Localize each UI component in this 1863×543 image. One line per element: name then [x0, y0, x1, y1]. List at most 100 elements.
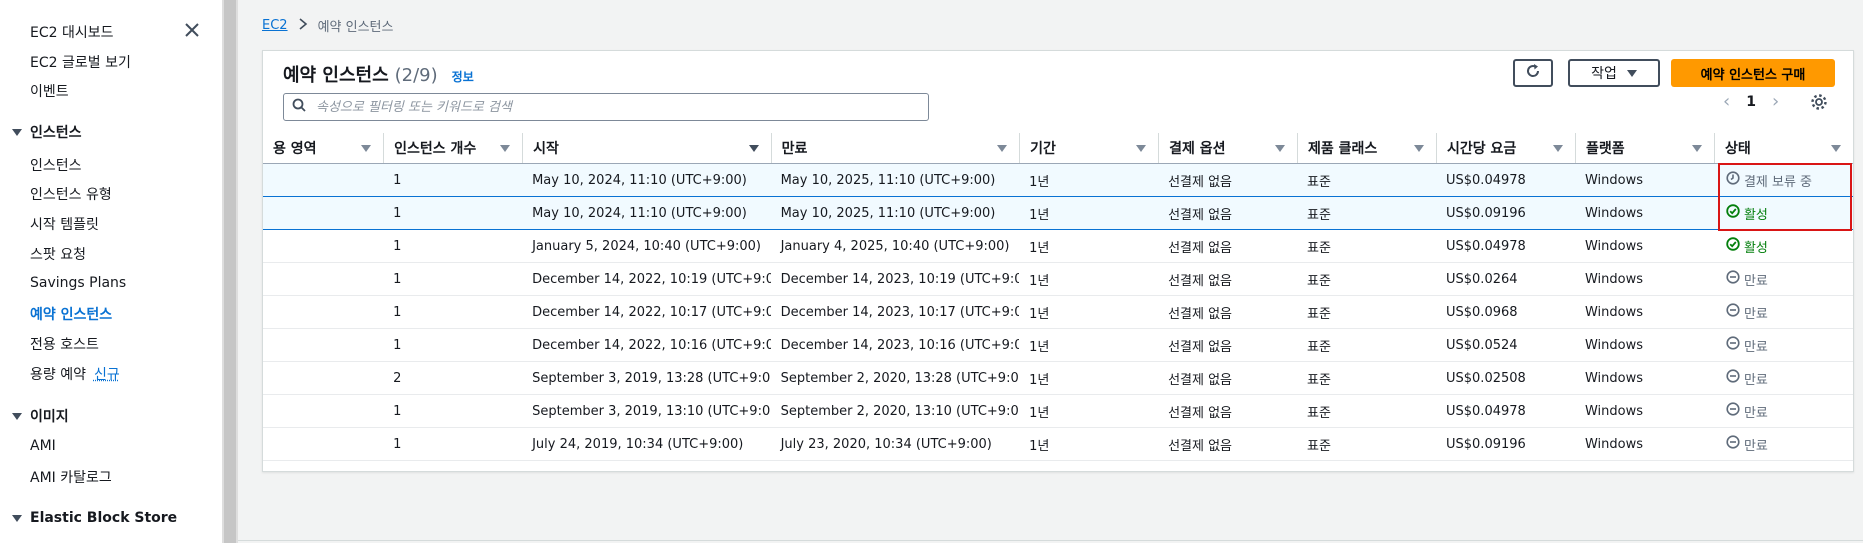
info-link[interactable]: 정보 [452, 68, 474, 85]
table-cell-start: July 24, 2019, 10:34 (UTC+9:00) [522, 427, 771, 461]
gear-icon[interactable] [1808, 91, 1830, 113]
sort-icon[interactable] [1691, 144, 1702, 152]
table-cell-start: May 10, 2024, 11:10 (UTC+9:00) [522, 163, 771, 197]
column-header-start[interactable]: 시작 [522, 133, 771, 164]
sidebar-item-dedicated-hosts[interactable]: 전용 호스트 [30, 334, 99, 354]
sidebar-scrollbar-thumb[interactable] [224, 0, 236, 543]
table-cell-class: 표준 [1297, 295, 1436, 329]
table-cell-platform: Windows [1574, 163, 1714, 197]
column-header-payment-option[interactable]: 결제 옵션 [1158, 133, 1298, 164]
table-cell-count: 1 [383, 196, 523, 230]
column-header-expires[interactable]: 만료 [770, 133, 1020, 164]
sort-descending-icon[interactable] [748, 144, 759, 152]
table-cell-rate: US$0.0968 [1436, 295, 1575, 329]
table-cell-start: December 14, 2022, 10:17 (UTC+9:00) [522, 295, 771, 329]
status-indicator: 만료 [1726, 435, 1768, 454]
column-header-state[interactable]: 상태 [1713, 133, 1853, 164]
sidebar-item-instances[interactable]: 인스턴스 [30, 155, 82, 175]
status-indicator: 만료 [1726, 402, 1768, 421]
table-row[interactable]: 1 December 14, 2022, 10:16 (UTC+9:00) Dece… [263, 328, 1853, 362]
breadcrumb-ec2-link[interactable]: EC2 [262, 18, 288, 33]
table-cell-term: 1년 [1019, 229, 1159, 263]
table-cell-end: December 14, 2023, 10:17 (UTC+9:00) [770, 295, 1020, 329]
sidebar-item-spot-requests[interactable]: 스팟 요청 [30, 244, 86, 264]
table-cell-class: 표준 [1297, 394, 1436, 428]
table-cell-platform: Windows [1574, 394, 1714, 428]
caret-down-icon [1626, 69, 1637, 77]
page-number[interactable]: 1 [1746, 94, 1756, 110]
table-cell-az [263, 328, 384, 362]
table-cell-payment: 선결제 없음 [1158, 196, 1298, 230]
table-cell-end: December 14, 2023, 10:19 (UTC+9:00) [770, 262, 1020, 296]
table-cell-start: December 14, 2022, 10:16 (UTC+9:00) [522, 328, 771, 362]
table-cell-start: January 5, 2024, 10:40 (UTC+9:00) [522, 229, 771, 263]
table-cell-count: 1 [383, 262, 523, 296]
sidebar-section-images[interactable]: 이미지 [12, 406, 69, 426]
table-row[interactable]: 1 May 10, 2024, 11:10 (UTC+9:00) May 10, 2… [263, 163, 1853, 197]
close-icon[interactable] [180, 18, 204, 42]
sort-icon[interactable] [1831, 144, 1841, 152]
sidebar-item-launch-templates[interactable]: 시작 템플릿 [30, 214, 99, 234]
table-cell-payment: 선결제 없음 [1158, 163, 1298, 197]
column-header-platform[interactable]: 플랫폼 [1574, 133, 1714, 164]
table-cell-term: 1년 [1019, 295, 1159, 329]
sidebar-item-ec2-global-view[interactable]: EC2 글로벌 보기 [30, 52, 131, 72]
table-cell-count: 1 [383, 163, 523, 197]
table-row[interactable]: 1 May 10, 2024, 11:10 (UTC+9:00) May 10, 2… [263, 196, 1853, 230]
status-label: 활성 [1743, 240, 1768, 256]
column-header-term[interactable]: 기간 [1019, 133, 1159, 164]
column-header-az[interactable]: 용 영역 [263, 133, 384, 164]
sort-icon[interactable] [1414, 144, 1424, 152]
table-row[interactable]: 1 January 5, 2024, 10:40 (UTC+9:00) Januar… [263, 229, 1853, 263]
table-cell-end: September 2, 2020, 13:28 (UTC+9:00) [770, 361, 1020, 395]
table-cell-status: 활성 [1713, 196, 1853, 230]
check-circle-icon [1726, 204, 1740, 222]
status-label: 만료 [1743, 372, 1768, 388]
sidebar-item-ami-catalog[interactable]: AMI 카탈로그 [30, 467, 112, 487]
sidebar-item-ec2-dashboard[interactable]: EC2 대시보드 [30, 22, 114, 42]
sort-icon[interactable] [500, 144, 511, 152]
sort-icon[interactable] [361, 144, 372, 152]
table-cell-rate: US$0.09196 [1436, 427, 1575, 461]
table-cell-platform: Windows [1574, 295, 1714, 329]
table-row[interactable]: 2 September 3, 2019, 13:28 (UTC+9:00) Sept… [263, 361, 1853, 395]
sidebar-item-capacity-reservations[interactable]: 용량 예약 신규 [30, 364, 120, 384]
table-cell-status: 활성 [1713, 229, 1853, 263]
divider [238, 540, 1863, 541]
sort-icon[interactable] [1275, 144, 1286, 152]
sidebar-item-instance-types[interactable]: 인스턴스 유형 [30, 184, 112, 204]
chevron-right-icon[interactable]: › [1772, 91, 1779, 112]
table-cell-end: January 4, 2025, 10:40 (UTC+9:00) [770, 229, 1020, 263]
sort-icon[interactable] [1136, 144, 1147, 152]
status-indicator: 만료 [1726, 303, 1768, 322]
column-header-instance-count[interactable]: 인스턴스 개수 [383, 133, 523, 164]
column-header-offering-class[interactable]: 제품 클래스 [1297, 133, 1436, 164]
status-label: 만료 [1743, 339, 1768, 355]
table-cell-status: 만료 [1713, 427, 1853, 461]
table-row[interactable]: 1 July 24, 2019, 10:34 (UTC+9:00) July 23,… [263, 427, 1853, 461]
column-header-hourly-rate[interactable]: 시간당 요금 [1436, 133, 1575, 164]
table-cell-end: July 23, 2020, 10:34 (UTC+9:00) [770, 427, 1020, 461]
table-row[interactable]: 1 December 14, 2022, 10:19 (UTC+9:00) Dece… [263, 262, 1853, 296]
actions-dropdown-button[interactable]: 작업 [1568, 59, 1660, 87]
sort-icon[interactable] [997, 144, 1008, 152]
table-cell-platform: Windows [1574, 427, 1714, 461]
sidebar-item-reserved-instances[interactable]: 예약 인스턴스 [30, 304, 112, 324]
table-row[interactable]: 1 September 3, 2019, 13:10 (UTC+9:00) Sept… [263, 394, 1853, 428]
sidebar-section-instances[interactable]: 인스턴스 [12, 122, 82, 142]
sidebar-item-ami[interactable]: AMI [30, 438, 56, 454]
sort-icon[interactable] [1552, 144, 1563, 152]
chevron-left-icon[interactable]: ‹ [1723, 91, 1730, 112]
new-badge[interactable]: 신규 [94, 367, 120, 383]
search-input[interactable] [314, 98, 898, 116]
table-cell-term: 1년 [1019, 163, 1159, 197]
sidebar-section-ebs[interactable]: Elastic Block Store [12, 510, 177, 526]
sidebar-item-savings-plans[interactable]: Savings Plans [30, 275, 126, 291]
table-cell-rate: US$0.0524 [1436, 328, 1575, 362]
table-row[interactable]: 1 December 14, 2022, 10:17 (UTC+9:00) Dece… [263, 295, 1853, 329]
table-cell-term: 1년 [1019, 196, 1159, 230]
sidebar-item-events[interactable]: 이벤트 [30, 81, 69, 101]
purchase-reserved-instances-button[interactable]: 예약 인스턴스 구매 [1671, 59, 1835, 87]
refresh-button[interactable] [1513, 59, 1553, 87]
table-cell-platform: Windows [1574, 196, 1714, 230]
